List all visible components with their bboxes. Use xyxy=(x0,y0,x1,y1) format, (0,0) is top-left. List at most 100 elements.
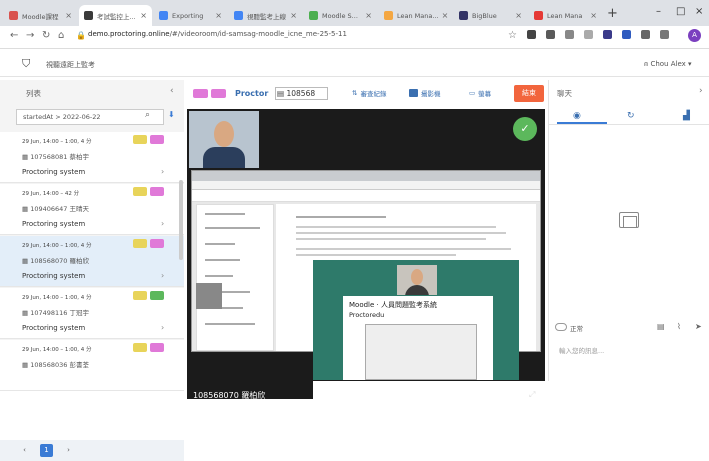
filter-input[interactable]: startedAt > 2022-06-22 xyxy=(16,109,164,125)
lock-icon[interactable]: 🔒 xyxy=(76,31,86,40)
session-id: ▤ 108568 xyxy=(277,89,316,98)
template-icon[interactable]: ▤ xyxy=(657,322,665,331)
search-icon[interactable]: ⌕ xyxy=(145,110,150,120)
user-menu[interactable]: ⍝ Chou Alex ▾ xyxy=(644,60,692,69)
browser-tab[interactable]: Lean Mana × xyxy=(529,5,602,26)
forward-icon[interactable]: → xyxy=(26,30,34,41)
tab-favicon-icon xyxy=(459,11,468,20)
video-stage: ✓ Moodle · 人員問題監考系統 Proctoredu 108568070… xyxy=(187,109,545,400)
profile-avatar[interactable]: A xyxy=(688,29,701,42)
end-button[interactable]: 結束 xyxy=(514,85,544,102)
prev-page-button[interactable]: ‹ xyxy=(18,444,31,457)
tab-refresh[interactable]: ↻ xyxy=(627,111,635,121)
browser-tab[interactable]: 考試監控上... × xyxy=(79,5,152,26)
close-tab-icon[interactable]: × xyxy=(62,11,72,20)
tab-favicon-icon xyxy=(159,11,168,20)
back-icon[interactable]: ← xyxy=(10,30,18,41)
session-system: Proctoring system xyxy=(22,324,86,332)
tab-label: Lean Mana... xyxy=(397,11,439,20)
close-window-icon[interactable]: × xyxy=(695,6,703,17)
student-webcam[interactable] xyxy=(189,111,259,168)
review-button[interactable]: ⇅ 審查紀錄 xyxy=(352,88,386,98)
close-tab-icon[interactable]: × xyxy=(587,11,597,20)
session-list-item[interactable]: 29 Jun, 14:00 – 1:00, 4 分 ▦ 108568070 羅柏欣… xyxy=(0,236,184,287)
maximize-icon[interactable]: □ xyxy=(676,6,685,17)
session-tags xyxy=(133,239,164,248)
close-tab-icon[interactable]: × xyxy=(137,11,147,20)
panel-title: 列表 xyxy=(26,89,41,98)
session-list-item[interactable]: 29 Jun, 14:00 – 1:00, 4 分 ▦ 107568081 蔡柏宇… xyxy=(0,132,184,183)
status-tag xyxy=(133,187,147,196)
browser-tab[interactable]: Exporting × xyxy=(154,5,227,26)
extension-icon[interactable] xyxy=(603,30,612,39)
add-filter-icon[interactable]: ⬇ xyxy=(168,110,175,119)
collapse-icon[interactable]: ‹ xyxy=(170,86,174,96)
tab-label: BigBlue xyxy=(472,11,497,20)
collapse-chat-icon[interactable]: › xyxy=(699,86,703,96)
tab-favicon-icon xyxy=(309,11,318,20)
status-tag xyxy=(133,291,147,300)
close-tab-icon[interactable]: × xyxy=(362,11,372,20)
verified-shield-icon: ✓ xyxy=(513,117,537,141)
home-icon[interactable]: ⌂ xyxy=(58,30,64,41)
camera-button[interactable]: 攝影機 xyxy=(409,88,441,98)
browser-tab[interactable]: Lean Mana... × xyxy=(379,5,452,26)
status-tag xyxy=(133,343,147,352)
chat-panel: 聊天 › ◉ ↻ ▟ 正常 ▤ ⌇ ➤ 輸入您的訊息... xyxy=(548,80,709,381)
chevron-right-icon: › xyxy=(161,167,165,176)
calendar-icon: ▦ xyxy=(22,257,31,265)
page-button[interactable]: 1 xyxy=(40,444,53,457)
extension-icon[interactable] xyxy=(546,30,555,39)
status-tag xyxy=(193,89,208,98)
status-tag xyxy=(150,343,164,352)
close-tab-icon[interactable]: × xyxy=(512,11,522,20)
close-tab-icon[interactable]: × xyxy=(212,11,222,20)
browser-tab[interactable]: BigBlue × xyxy=(454,5,527,26)
url-field[interactable]: demo.proctoring.online/#/videoroom/id-sa… xyxy=(88,30,347,38)
session-system: Proctoring system xyxy=(22,220,86,228)
extension-icon[interactable] xyxy=(660,30,669,39)
reload-icon[interactable]: ↻ xyxy=(42,30,50,41)
session-list-item[interactable]: 29 Jun, 14:00 – 42 分 ▦ 109406647 王晴天 Proct… xyxy=(0,184,184,235)
monitor-icon: ▭ xyxy=(469,89,476,97)
next-page-button[interactable]: › xyxy=(62,444,75,457)
browser-tab[interactable]: 視聽監考上線 × xyxy=(229,5,302,26)
browser-tab[interactable]: Moodle S... × xyxy=(304,5,377,26)
extension-icon[interactable] xyxy=(622,30,631,39)
status-tag xyxy=(150,239,164,248)
new-tab-button[interactable]: + xyxy=(607,6,618,21)
send-icon[interactable]: ➤ xyxy=(695,322,702,331)
session-list-item[interactable]: 29 Jun, 14:00 – 1:00, 4 分 ▦ 108568036 彭書荃 xyxy=(0,340,184,391)
tab-stats[interactable]: ▟ xyxy=(683,111,690,121)
tab-chat[interactable]: ◉ xyxy=(573,111,581,121)
session-time: 29 Jun, 14:00 – 42 分 xyxy=(22,191,80,197)
extension-icon[interactable] xyxy=(584,30,593,39)
close-tab-icon[interactable]: × xyxy=(439,11,449,20)
close-tab-icon[interactable]: × xyxy=(287,11,297,20)
proctor-picture-in-picture[interactable]: Moodle · 人員問題監考系統 Proctoredu xyxy=(313,260,519,380)
screen-button[interactable]: ▭ 螢幕 xyxy=(469,88,491,98)
attach-icon[interactable]: ⌇ xyxy=(677,322,681,331)
bookmark-star-icon[interactable]: ☆ xyxy=(508,30,517,41)
session-list-item[interactable]: 29 Jun, 14:00 – 1:00, 4 分 ▦ 107498116 丁冠宇… xyxy=(0,288,184,339)
empty-chat-icon xyxy=(619,212,639,228)
minimize-icon[interactable]: – xyxy=(656,6,661,17)
tab-favicon-icon xyxy=(384,11,393,20)
tab-label: 視聽監考上線 xyxy=(247,12,286,21)
session-system: Proctoring system xyxy=(22,272,86,280)
extension-icon[interactable] xyxy=(641,30,650,39)
extension-icon[interactable] xyxy=(565,30,574,39)
slide-subtitle: Proctoredu xyxy=(349,311,385,319)
app-header: ⛉ 視聽遠距上監考 ⍝ Chou Alex ▾ xyxy=(0,49,709,77)
chat-input[interactable]: 輸入您的訊息... xyxy=(555,342,705,356)
normal-toggle[interactable] xyxy=(555,323,567,331)
chevron-right-icon: › xyxy=(161,271,165,280)
scrollbar[interactable] xyxy=(179,180,183,260)
status-tag xyxy=(133,135,147,144)
browser-tab[interactable]: Moodle課程 × xyxy=(4,5,77,26)
extension-icon[interactable] xyxy=(527,30,536,39)
session-time: 29 Jun, 14:00 – 1:00, 4 分 xyxy=(22,295,92,301)
browser-tabbar: Moodle課程 × 考試監控上... × Exporting × 視聽監考上線 × Moodl… xyxy=(0,0,709,26)
student-id: ▦ 107498116 丁冠宇 xyxy=(22,309,90,317)
fullscreen-icon[interactable]: ⤢ xyxy=(529,390,535,400)
